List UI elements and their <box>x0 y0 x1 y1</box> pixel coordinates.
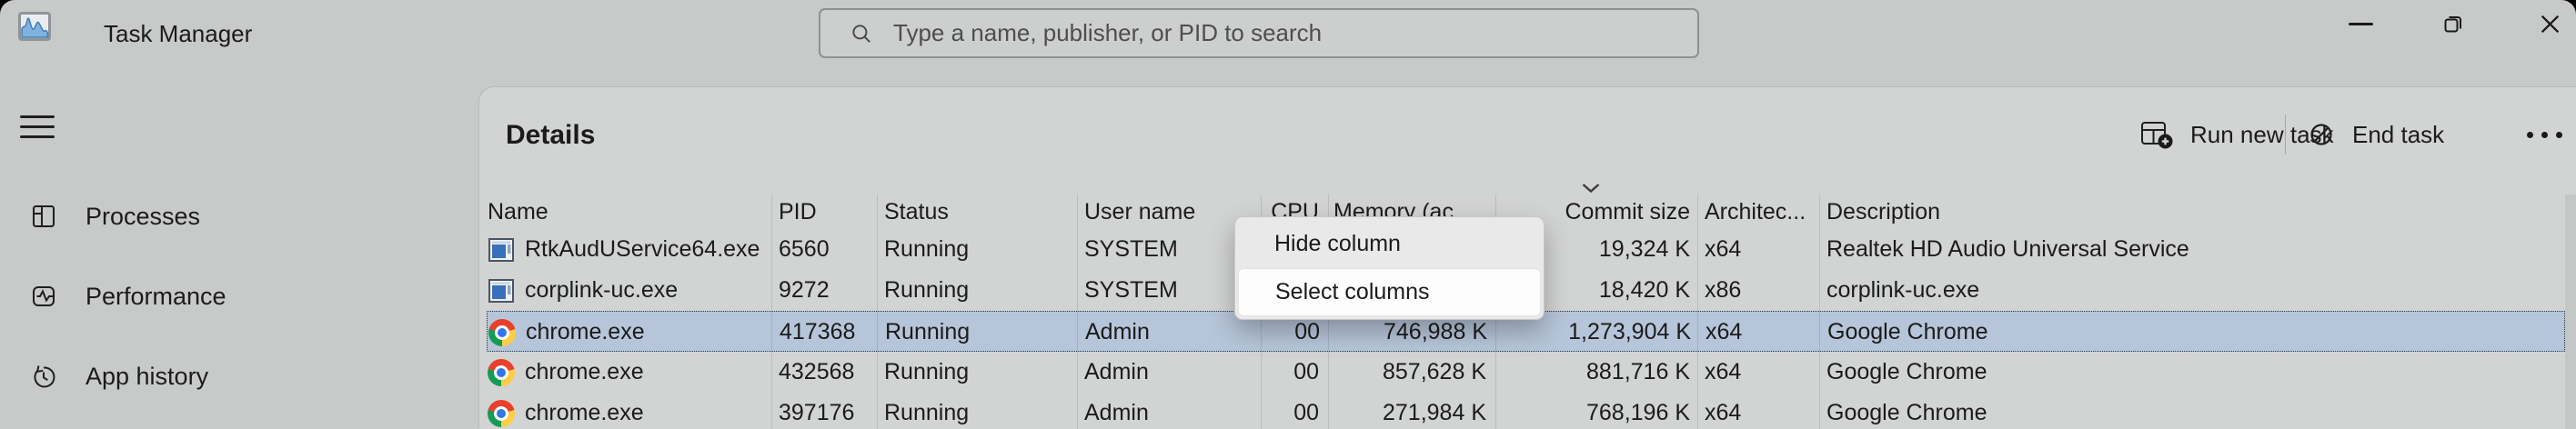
cell-memory: 857,628 K <box>1333 352 1486 393</box>
search-input[interactable] <box>891 18 1685 48</box>
menu-item-hide-column[interactable]: Hide column <box>1238 220 1541 268</box>
close-button[interactable] <box>2523 0 2576 47</box>
chrome-icon <box>488 319 516 346</box>
task-manager-app-icon <box>18 12 51 41</box>
processes-icon <box>29 202 58 231</box>
sidebar-item-performance[interactable]: Performance <box>13 267 455 325</box>
end-task-button[interactable]: End task <box>2307 111 2444 158</box>
menu-item-select-columns[interactable]: Select columns <box>1238 268 1541 316</box>
app-history-icon <box>29 362 58 391</box>
sidebar-item-label: App history <box>86 363 208 391</box>
vertical-scrollbar[interactable] <box>2565 195 2576 429</box>
sort-descending-icon <box>1579 182 1603 195</box>
cell-name: chrome.exe <box>488 393 773 429</box>
default-app-icon <box>488 277 515 304</box>
cell-user: Admin <box>1084 393 1261 429</box>
navigation-menu-button[interactable] <box>20 115 55 141</box>
default-app-icon <box>488 236 515 264</box>
process-name: corplink-uc.exe <box>525 277 678 304</box>
cell-name: chrome.exe <box>488 352 773 393</box>
sidebar-item-app-history[interactable]: App history <box>13 347 455 405</box>
page-title: Details <box>506 120 595 151</box>
chrome-icon <box>488 359 515 386</box>
minimize-icon <box>2349 23 2373 25</box>
search-box[interactable] <box>819 8 1699 58</box>
table-row[interactable]: chrome.exe 432568RunningAdmin00 857,628 K 8… <box>487 352 2565 393</box>
cell-status: Running <box>885 312 1078 353</box>
cell-desc: Google Chrome <box>1826 393 2554 429</box>
cell-name: corplink-uc.exe <box>488 270 773 311</box>
restore-button[interactable] <box>2429 0 2478 47</box>
cell-desc: Realtek HD Audio Universal Service <box>1826 229 2554 270</box>
end-task-label: End task <box>2352 121 2444 149</box>
column-divider <box>877 195 878 429</box>
cell-status: Running <box>884 393 1077 429</box>
cell-user: Admin <box>1085 312 1262 353</box>
cell-arch: x86 <box>1705 270 1819 311</box>
sidebar-item-label: Processes <box>86 203 200 231</box>
column-header-arch[interactable]: Architec... <box>1705 195 1819 229</box>
process-name: chrome.exe <box>525 359 644 385</box>
chrome-icon <box>488 400 515 427</box>
column-header-desc[interactable]: Description <box>1826 195 2554 229</box>
cell-status: Running <box>884 352 1077 393</box>
context-menu: Hide column Select columns <box>1234 216 1545 320</box>
cell-cpu: 00 <box>1264 393 1319 429</box>
cell-user: Admin <box>1084 352 1261 393</box>
restore-icon <box>2441 12 2465 35</box>
cell-memory: 271,984 K <box>1333 393 1486 429</box>
run-new-task-button[interactable]: Run new task <box>2139 111 2334 158</box>
toolbar-divider <box>2285 115 2286 155</box>
sidebar-item-label: Performance <box>86 283 226 311</box>
cell-pid: 6560 <box>779 229 877 270</box>
run-new-task-icon <box>2139 119 2174 150</box>
process-name: RtkAudUService64.exe <box>525 236 760 263</box>
column-divider <box>1077 195 1078 429</box>
search-icon <box>850 22 873 45</box>
cell-arch: x64 <box>1705 352 1819 393</box>
cell-pid: 432568 <box>779 352 877 393</box>
cell-arch: x64 <box>1705 229 1819 270</box>
window-title: Task Manager <box>104 20 252 47</box>
process-name: chrome.exe <box>525 400 644 426</box>
performance-icon <box>29 282 58 311</box>
more-options-button[interactable] <box>2527 122 2562 147</box>
process-name: chrome.exe <box>526 319 645 345</box>
cell-pid: 397176 <box>779 393 877 429</box>
ellipsis-icon <box>2527 132 2533 138</box>
sidebar-item-processes[interactable]: Processes <box>13 187 455 245</box>
cell-commit: 768,196 K <box>1499 393 1690 429</box>
column-divider <box>1697 195 1698 429</box>
minimize-button[interactable] <box>2336 0 2385 47</box>
cell-status: Running <box>884 229 1077 270</box>
task-manager-window: Task Manager Processes Performance <box>0 0 2576 429</box>
cell-desc: Google Chrome <box>1827 312 2555 353</box>
cell-name: chrome.exe <box>488 312 774 353</box>
cell-desc: Google Chrome <box>1826 352 2554 393</box>
close-icon <box>2538 12 2562 36</box>
cell-status: Running <box>884 270 1077 311</box>
column-header-status[interactable]: Status <box>884 195 1077 229</box>
cell-arch: x64 <box>1706 312 1820 353</box>
cell-arch: x64 <box>1705 393 1819 429</box>
cell-desc: corplink-uc.exe <box>1826 270 2554 311</box>
cell-cpu: 00 <box>1264 352 1319 393</box>
column-divider <box>771 195 772 429</box>
cell-pid: 417368 <box>780 312 878 353</box>
end-task-icon <box>2307 120 2336 149</box>
cell-name: RtkAudUService64.exe <box>488 229 773 270</box>
cell-commit: 881,716 K <box>1499 352 1690 393</box>
cell-pid: 9272 <box>779 270 877 311</box>
column-header-name[interactable]: Name <box>488 195 773 229</box>
table-row[interactable]: chrome.exe 397176RunningAdmin00 271,984 K 7… <box>487 393 2565 429</box>
column-divider <box>1819 195 1820 429</box>
column-header-pid[interactable]: PID <box>779 195 877 229</box>
